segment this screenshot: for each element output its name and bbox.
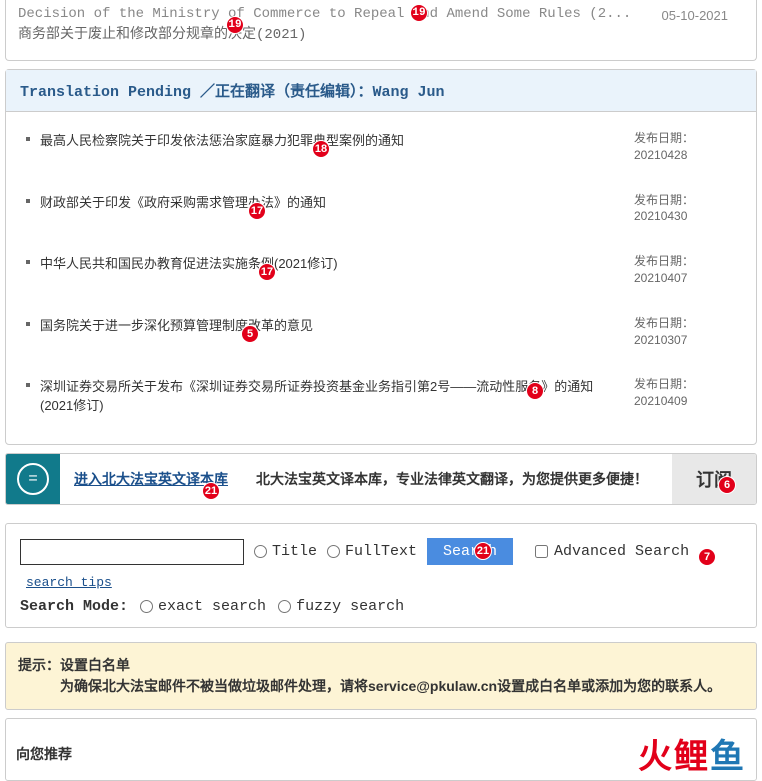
advanced-search-input[interactable] <box>535 545 548 558</box>
list-item: 中华人民共和国民办教育促进法实施条例(2021修订)发布日期：20210407 1… <box>6 243 756 305</box>
featured-title-en[interactable]: Decision of the Ministry of Commerce to … <box>18 4 744 25</box>
list-item: 最高人民检察院关于印发依法惩治家庭暴力犯罪典型案例的通知发布日期：2021042… <box>6 120 756 182</box>
item-date: 发布日期：20210409 <box>634 376 744 410</box>
item-date: 发布日期：20210407 <box>634 253 744 287</box>
bullet-icon <box>26 260 30 264</box>
fuzzy-radio-input[interactable] <box>278 600 291 613</box>
fuzzy-radio-label: fuzzy search <box>296 598 404 615</box>
watermark-text: 火鲤鱼 <box>638 729 746 778</box>
search-panel: Title FullText Search Advanced Search se… <box>5 523 757 628</box>
bullet-icon <box>26 383 30 387</box>
recommend-title: 向您推荐 <box>16 744 72 764</box>
library-icon <box>6 454 60 504</box>
list-item: 深圳证券交易所关于发布《深圳证券交易所证券投资基金业务指引第2号——流动性服务》… <box>6 366 756 432</box>
item-date: 发布日期：20210430 <box>634 192 744 226</box>
count-badge: 19 <box>226 16 244 34</box>
search-mode-label: Search Mode: <box>20 598 128 615</box>
item-date: 发布日期：20210307 <box>634 315 744 349</box>
fuzzy-radio[interactable]: fuzzy search <box>278 598 404 615</box>
promo-text: 北大法宝英文译本库，专业法律英文翻译，为您提供更多便捷！ <box>256 469 648 489</box>
count-badge: 17 <box>258 263 276 281</box>
count-badge: 17 <box>248 202 266 220</box>
bullet-icon <box>26 199 30 203</box>
exact-radio-input[interactable] <box>140 600 153 613</box>
bullet-icon <box>26 322 30 326</box>
pending-list: 最高人民检察院关于印发依法惩治家庭暴力犯罪典型案例的通知发布日期：2021042… <box>6 112 756 444</box>
featured-item: Decision of the Ministry of Commerce to … <box>6 0 756 60</box>
notice-line2: 为确保北大法宝邮件不被当做垃圾邮件处理，请将service@pkulaw.cn设… <box>18 676 744 697</box>
item-title[interactable]: 最高人民检察院关于印发依法惩治家庭暴力犯罪典型案例的通知 <box>40 130 634 149</box>
list-item: 国务院关于进一步深化预算管理制度改革的意见发布日期：20210307 5 <box>6 305 756 367</box>
promo-bar: 进入北大法宝英文译本库 北大法宝英文译本库，专业法律英文翻译，为您提供更多便捷！… <box>5 453 757 505</box>
item-date: 发布日期：20210428 <box>634 130 744 164</box>
fulltext-radio-label: FullText <box>345 543 417 560</box>
count-badge: 5 <box>241 325 259 343</box>
recommend-panel: 向您推荐 火鲤鱼 <box>5 718 757 781</box>
section-header: Translation Pending ／正在翻译（责任编辑）：Wang Jun <box>6 70 756 112</box>
item-title[interactable]: 深圳证券交易所关于发布《深圳证券交易所证券投资基金业务指引第2号——流动性服务》… <box>40 376 634 414</box>
notice-line1: 提示：设置白名单 <box>18 655 744 676</box>
title-radio-label: Title <box>272 543 317 560</box>
fulltext-radio-input[interactable] <box>327 545 340 558</box>
search-button[interactable]: Search <box>427 538 513 565</box>
exact-radio[interactable]: exact search <box>140 598 266 615</box>
search-input[interactable] <box>20 539 244 565</box>
subscribe-button[interactable]: 订阅 <box>672 454 756 504</box>
list-item: 财政部关于印发《政府采购需求管理办法》的通知发布日期：20210430 17 <box>6 182 756 244</box>
bullet-icon <box>26 137 30 141</box>
search-tips-link[interactable]: search tips <box>26 575 112 590</box>
count-badge: 18 <box>312 140 330 158</box>
item-title[interactable]: 中华人民共和国民办教育促进法实施条例(2021修订) <box>40 253 634 272</box>
featured-title-zh[interactable]: 商务部关于废止和修改部分规章的决定(2021) <box>18 25 744 46</box>
whitelist-notice: 提示：设置白名单 为确保北大法宝邮件不被当做垃圾邮件处理，请将service@p… <box>5 642 757 710</box>
item-title[interactable]: 财政部关于印发《政府采购需求管理办法》的通知 <box>40 192 634 211</box>
title-radio[interactable]: Title <box>254 543 317 560</box>
featured-date: 05-10-2021 <box>662 6 729 26</box>
fulltext-radio[interactable]: FullText <box>327 543 417 560</box>
count-badge: 19 <box>410 4 428 22</box>
title-radio-input[interactable] <box>254 545 267 558</box>
exact-radio-label: exact search <box>158 598 266 615</box>
item-title[interactable]: 国务院关于进一步深化预算管理制度改革的意见 <box>40 315 634 334</box>
advanced-search-label: Advanced Search <box>554 543 689 560</box>
advanced-search-checkbox[interactable]: Advanced Search <box>535 543 689 560</box>
